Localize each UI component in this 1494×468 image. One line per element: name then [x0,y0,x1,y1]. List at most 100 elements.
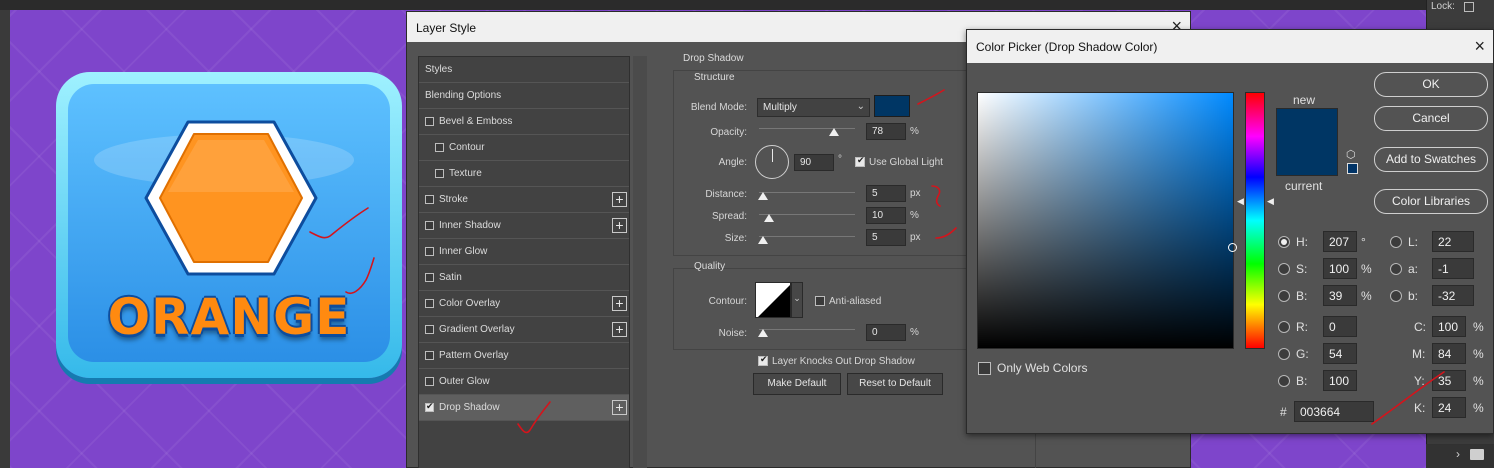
add-effect-icon[interactable]: + [612,296,627,311]
close-icon[interactable]: × [1474,36,1485,57]
style-item-gradient-overlay[interactable]: Gradient Overlay + [419,317,629,343]
hue-slider-left-arrow-icon[interactable]: ◀ [1237,196,1244,207]
style-checkbox-texture[interactable] [435,169,444,178]
cyan-field[interactable]: 100 [1432,316,1466,337]
distance-field[interactable]: 5 [866,185,906,202]
red-radio[interactable] [1278,321,1290,333]
current-color-swatch[interactable] [1277,143,1337,175]
anti-aliased-checkbox[interactable] [815,296,825,306]
add-effect-icon[interactable]: + [612,218,627,233]
add-effect-icon[interactable]: + [612,322,627,337]
color-libraries-button[interactable]: Color Libraries [1374,189,1488,214]
lab-b-radio[interactable] [1390,290,1402,302]
opacity-slider-thumb[interactable] [828,128,839,136]
ok-button[interactable]: OK [1374,72,1488,97]
style-checkbox-inner-shadow[interactable] [425,221,434,230]
hue-field[interactable]: 207 [1323,231,1357,252]
style-item-pattern-overlay[interactable]: Pattern Overlay [419,343,629,369]
brightness-field[interactable]: 39 [1323,285,1357,306]
layer-knocks-out-checkbox[interactable] [758,354,768,366]
only-web-colors-checkbox[interactable] [978,362,991,375]
red-field[interactable]: 0 [1323,316,1357,337]
lab-l-field[interactable]: 22 [1432,231,1474,252]
angle-field[interactable]: 90 [794,154,834,171]
cancel-button[interactable]: Cancel [1374,106,1488,131]
contour-preview[interactable] [755,282,791,318]
make-default-button[interactable]: Make Default [753,373,841,395]
reset-to-default-button[interactable]: Reset to Default [847,373,943,395]
hex-field[interactable]: 003664 [1294,401,1374,422]
noise-slider-thumb[interactable] [758,329,768,337]
style-item-contour[interactable]: Contour [419,135,629,161]
color-field[interactable] [977,92,1237,349]
spread-slider-thumb[interactable] [764,214,774,222]
style-checkbox-bevel-emboss[interactable] [425,117,434,126]
style-checkbox-gradient-overlay[interactable] [425,325,434,334]
noise-slider[interactable] [758,329,855,337]
hue-slider-right-arrow-icon[interactable]: ◀ [1267,196,1274,207]
blue-radio[interactable] [1278,375,1290,387]
hex-label: # [1280,405,1287,419]
lab-a-radio[interactable] [1390,263,1402,275]
brightness-radio[interactable] [1278,290,1290,302]
noise-field[interactable]: 0 [866,324,906,341]
style-item-satin[interactable]: Satin [419,265,629,291]
green-field[interactable]: 54 [1323,343,1357,364]
saturation-field[interactable]: 100 [1323,258,1357,279]
style-checkbox-color-overlay[interactable] [425,299,434,308]
style-checkbox-stroke[interactable] [425,195,434,204]
folder-icon[interactable] [1470,449,1484,460]
style-item-bevel-emboss[interactable]: Bevel & Emboss [419,109,629,135]
angle-dial[interactable] [755,145,789,179]
style-item-drop-shadow[interactable]: Drop Shadow + [419,395,629,421]
opacity-slider[interactable] [759,128,855,136]
style-checkbox-outer-glow[interactable] [425,377,434,386]
style-checkbox-satin[interactable] [425,273,434,282]
spread-slider[interactable] [759,214,855,222]
magenta-field[interactable]: 84 [1432,343,1466,364]
lab-b-field[interactable]: -32 [1432,285,1474,306]
spread-field[interactable]: 10 [866,207,906,224]
style-item-styles[interactable]: Styles [419,57,629,83]
style-checkbox-drop-shadow[interactable] [425,401,434,412]
size-slider[interactable] [758,236,855,244]
distance-slider-thumb[interactable] [758,192,768,200]
yellow-field[interactable]: 35 [1432,370,1466,391]
style-item-stroke[interactable]: Stroke + [419,187,629,213]
style-item-inner-glow[interactable]: Inner Glow [419,239,629,265]
style-label-inner-glow: Inner Glow [439,246,488,257]
add-effect-icon[interactable]: + [612,192,627,207]
cube-icon[interactable]: ⬡ [1346,148,1356,161]
size-slider-thumb[interactable] [758,236,768,244]
saturation-radio[interactable] [1278,263,1290,275]
add-to-swatches-button[interactable]: Add to Swatches [1374,147,1488,172]
chevron-right-icon[interactable]: › [1456,447,1460,461]
style-item-texture[interactable]: Texture [419,161,629,187]
use-global-light-checkbox[interactable] [855,155,865,167]
lab-b-label: b: [1408,289,1419,303]
style-item-color-overlay[interactable]: Color Overlay + [419,291,629,317]
shadow-color-swatch[interactable] [874,95,910,117]
green-radio[interactable] [1278,348,1290,360]
style-item-inner-shadow[interactable]: Inner Shadow + [419,213,629,239]
add-effect-icon[interactable]: + [612,400,627,415]
hue-slider[interactable] [1245,92,1265,349]
hue-radio[interactable] [1278,236,1290,248]
black-field[interactable]: 24 [1432,397,1466,418]
style-checkbox-contour[interactable] [435,143,444,152]
lab-a-field[interactable]: -1 [1432,258,1474,279]
distance-slider[interactable] [758,192,855,200]
web-safe-swatch[interactable] [1347,163,1358,174]
style-checkbox-pattern-overlay[interactable] [425,351,434,360]
style-item-outer-glow[interactable]: Outer Glow [419,369,629,395]
blend-mode-select[interactable]: Multiply ⌄ [757,98,870,117]
color-field-marker[interactable] [1228,243,1237,252]
blue-field[interactable]: 100 [1323,370,1357,391]
size-field[interactable]: 5 [866,229,906,246]
opacity-field[interactable]: 78 [866,123,906,140]
lab-l-radio[interactable] [1390,236,1402,248]
lock-transparent-icon[interactable] [1464,2,1474,12]
contour-dropdown[interactable]: ⌄ [791,282,803,318]
style-checkbox-inner-glow[interactable] [425,247,434,256]
style-item-blending-options[interactable]: Blending Options [419,83,629,109]
